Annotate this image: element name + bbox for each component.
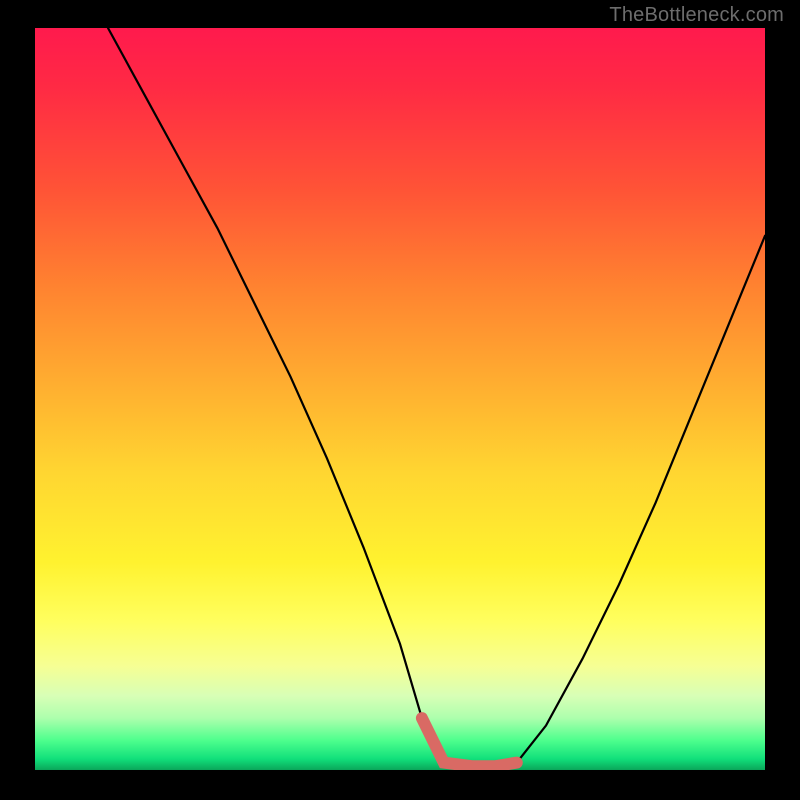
attribution-watermark: TheBottleneck.com <box>609 4 784 27</box>
chart-frame: TheBottleneck.com <box>0 0 800 800</box>
plot-area <box>35 28 765 770</box>
valley-marker <box>422 718 517 766</box>
bottleneck-curve <box>108 28 765 770</box>
curve-overlay <box>35 28 765 770</box>
